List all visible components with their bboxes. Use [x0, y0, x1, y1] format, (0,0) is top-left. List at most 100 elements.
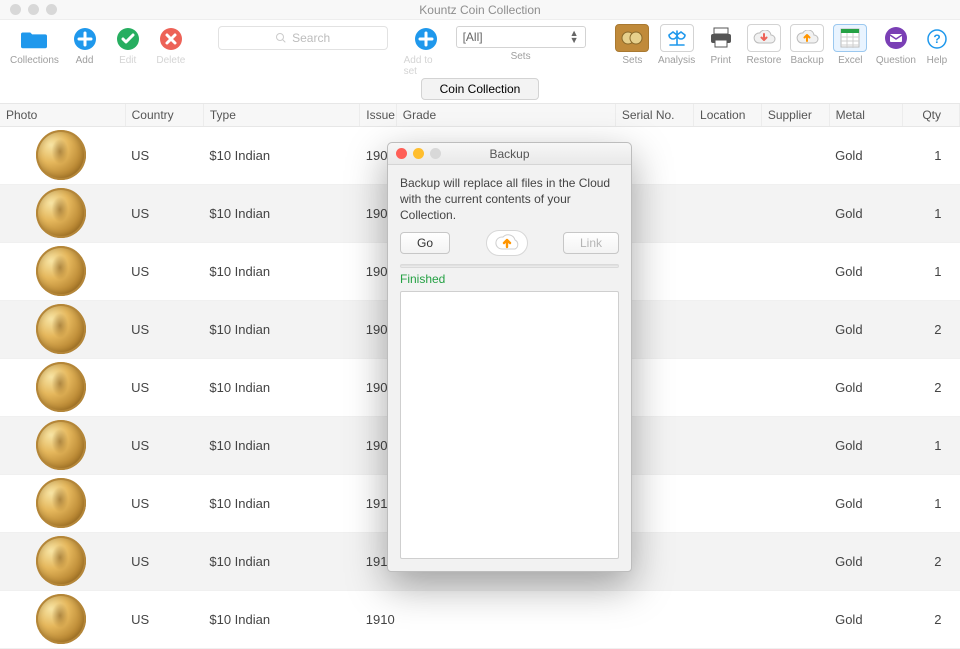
- print-button[interactable]: Print: [703, 24, 738, 66]
- cell-country: US: [125, 300, 203, 358]
- cell-grade: [396, 590, 615, 648]
- cell-country: US: [125, 416, 203, 474]
- col-photo[interactable]: Photo: [0, 104, 125, 126]
- cell-supplier: [761, 242, 829, 300]
- plus-circle-outline-icon: [413, 26, 439, 52]
- dialog-title: Backup: [388, 147, 631, 161]
- cell-supplier: [761, 416, 829, 474]
- search-input[interactable]: Search: [218, 26, 388, 50]
- cell-metal: Gold: [829, 242, 902, 300]
- delete-button[interactable]: Delete: [153, 24, 188, 66]
- col-grade[interactable]: Grade: [396, 104, 615, 126]
- excel-button[interactable]: Excel: [833, 24, 868, 66]
- col-country[interactable]: Country: [125, 104, 203, 126]
- cell-location: [694, 416, 762, 474]
- sets-select[interactable]: [All] ▲▼: [456, 26, 586, 48]
- cell-metal: Gold: [829, 300, 902, 358]
- cell-qty: 1: [902, 242, 959, 300]
- col-issue[interactable]: Issue: [360, 104, 397, 126]
- restore-button[interactable]: Restore: [746, 24, 781, 66]
- coin-thumbnail-icon: [36, 536, 86, 586]
- backup-button[interactable]: Backup: [790, 24, 825, 66]
- cell-country: US: [125, 242, 203, 300]
- coin-thumbnail-icon: [36, 420, 86, 470]
- col-location[interactable]: Location: [694, 104, 762, 126]
- analysis-button[interactable]: Analysis: [658, 24, 695, 66]
- cell-photo: [0, 184, 125, 242]
- cell-type: $10 Indian: [203, 474, 359, 532]
- link-button[interactable]: Link: [563, 232, 619, 254]
- cell-supplier: [761, 300, 829, 358]
- cell-country: US: [125, 184, 203, 242]
- collections-button[interactable]: Collections: [10, 24, 59, 66]
- cell-qty: 2: [902, 532, 959, 590]
- cell-location: [694, 358, 762, 416]
- help-button[interactable]: ? Help: [924, 24, 950, 66]
- col-serial[interactable]: Serial No.: [615, 104, 693, 126]
- cell-photo: [0, 242, 125, 300]
- cell-country: US: [125, 474, 203, 532]
- cell-location: [694, 474, 762, 532]
- cell-metal: Gold: [829, 474, 902, 532]
- cell-qty: 2: [902, 590, 959, 648]
- cell-photo: [0, 300, 125, 358]
- coin-thumbnail-icon: [36, 246, 86, 296]
- cell-location: [694, 300, 762, 358]
- backup-dialog: Backup Backup will replace all files in …: [387, 142, 632, 572]
- cell-photo: [0, 416, 125, 474]
- cell-metal: Gold: [829, 416, 902, 474]
- dialog-titlebar[interactable]: Backup: [388, 143, 631, 165]
- cell-country: US: [125, 358, 203, 416]
- col-type[interactable]: Type: [203, 104, 359, 126]
- add-button[interactable]: Add: [67, 24, 102, 66]
- add-to-set-button[interactable]: Add to set: [404, 24, 448, 77]
- cell-qty: 1: [902, 416, 959, 474]
- go-button[interactable]: Go: [400, 232, 450, 254]
- cell-location: [694, 532, 762, 590]
- cell-type: $10 Indian: [203, 184, 359, 242]
- cell-metal: Gold: [829, 590, 902, 648]
- collection-tab-button[interactable]: Coin Collection: [421, 78, 540, 100]
- check-circle-icon: [115, 26, 141, 52]
- col-supplier[interactable]: Supplier: [761, 104, 829, 126]
- toolbar: Collections Add Edit Delete Search . Add…: [0, 20, 960, 75]
- spreadsheet-icon: [833, 24, 867, 52]
- cell-supplier: [761, 474, 829, 532]
- cell-type: $10 Indian: [203, 242, 359, 300]
- search-icon: [275, 32, 287, 44]
- cell-qty: 2: [902, 358, 959, 416]
- coin-thumbnail-icon: [36, 478, 86, 528]
- cell-qty: 1: [902, 126, 959, 184]
- cell-serial: [615, 590, 693, 648]
- dialog-message: Backup will replace all files in the Clo…: [388, 165, 631, 230]
- coin-thumbnail-icon: [36, 362, 86, 412]
- cell-qty: 2: [902, 300, 959, 358]
- cell-qty: 1: [902, 184, 959, 242]
- log-area[interactable]: [400, 291, 619, 559]
- edit-button[interactable]: Edit: [110, 24, 145, 66]
- cloud-upload-indicator-icon: [486, 230, 528, 256]
- cell-supplier: [761, 184, 829, 242]
- col-metal[interactable]: Metal: [829, 104, 902, 126]
- chevron-updown-icon: ▲▼: [570, 30, 579, 44]
- cell-supplier: [761, 590, 829, 648]
- question-button[interactable]: Question: [876, 24, 916, 66]
- x-circle-icon: [158, 26, 184, 52]
- coin-thumbnail-icon: [36, 188, 86, 238]
- coin-thumbnail-icon: [36, 130, 86, 180]
- status-text: Finished: [388, 268, 631, 289]
- col-qty[interactable]: Qty: [902, 104, 959, 126]
- cell-type: $10 Indian: [203, 590, 359, 648]
- search-group: Search .: [218, 24, 388, 64]
- cell-photo: [0, 474, 125, 532]
- table-header-row: Photo Country Type Issue Grade Serial No…: [0, 104, 960, 126]
- cell-metal: Gold: [829, 358, 902, 416]
- cell-issue: 1910: [360, 590, 397, 648]
- sets-button[interactable]: Sets: [615, 24, 650, 66]
- table-row[interactable]: US$10 Indian1910 Gold2: [0, 590, 960, 648]
- cell-country: US: [125, 590, 203, 648]
- cell-type: $10 Indian: [203, 300, 359, 358]
- cell-metal: Gold: [829, 184, 902, 242]
- cell-location: [694, 184, 762, 242]
- cell-location: [694, 242, 762, 300]
